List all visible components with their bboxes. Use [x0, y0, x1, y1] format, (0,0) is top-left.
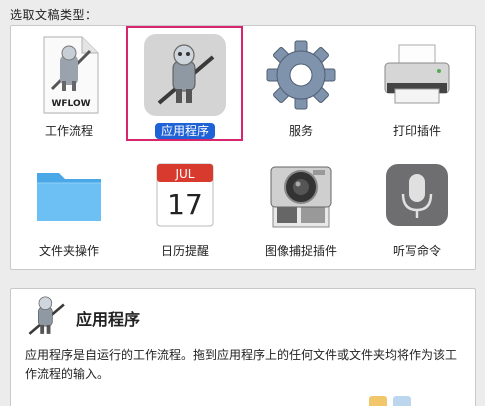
workflow-document-icon: WFLOW: [28, 34, 110, 116]
selection-highlight-box: [126, 26, 243, 141]
type-label: 日历提醒: [160, 244, 209, 258]
document-type-prompt: 选取文稿类型：: [10, 8, 98, 22]
type-calendar-alarm[interactable]: JUL 17 日历提醒: [127, 146, 243, 266]
type-print-plugin[interactable]: 打印插件: [359, 26, 475, 146]
folder-icon: [28, 154, 110, 236]
description-title: 应用程序: [76, 310, 141, 329]
type-dictation-command[interactable]: 听写命令: [359, 146, 475, 266]
calendar-day: 17: [167, 188, 203, 221]
microphone-icon: [376, 154, 458, 236]
type-service[interactable]: 服务: [243, 26, 359, 146]
workflow-badge: WFLOW: [51, 99, 90, 109]
type-label: 工作流程: [44, 124, 93, 138]
description-panel: 应用程序 应用程序是自运行的工作流程。拖到应用程序上的任何文件或文件夹均将作为该…: [10, 288, 476, 406]
camera-icon: [260, 154, 342, 236]
type-label: 文件夹操作: [38, 244, 99, 258]
type-label: 服务: [288, 124, 313, 138]
type-label: 听写命令: [392, 244, 441, 258]
automator-robot-icon: [23, 293, 69, 339]
description-text: 应用程序是自运行的工作流程。拖到应用程序上的任何文件或文件夹均将作为该工作流程的…: [25, 348, 458, 381]
calendar-icon: JUL 17: [144, 154, 226, 236]
type-label: 图像捕捉插件: [264, 244, 337, 258]
document-type-grid: WFLOW 工作流程 应用程序 服务 打印插件 文件夹操作 JUL 17 日历提…: [10, 25, 476, 270]
type-workflow[interactable]: WFLOW 工作流程: [11, 26, 127, 146]
type-label: 打印插件: [392, 124, 441, 138]
type-image-capture-plugin[interactable]: 图像捕捉插件: [243, 146, 359, 266]
printer-icon: [376, 34, 458, 116]
gear-icon: [260, 34, 342, 116]
calendar-month: JUL: [174, 167, 194, 181]
type-folder-action[interactable]: 文件夹操作: [11, 146, 127, 266]
